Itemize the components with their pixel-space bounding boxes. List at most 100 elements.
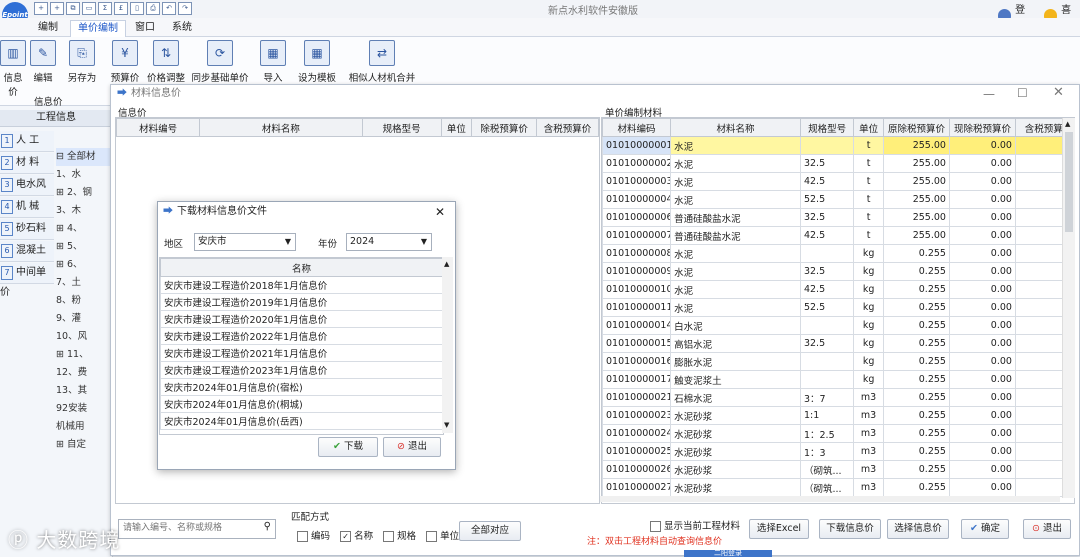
checkbox[interactable] (297, 531, 308, 542)
category-item[interactable]: 5 砂石料 (0, 219, 54, 240)
tree-item[interactable]: 1、水 (56, 166, 112, 184)
download-price-button[interactable]: 下载信息价 (819, 519, 881, 539)
table-row[interactable]: 01010000025水泥砂浆1：3m30.2550.000 (602, 442, 1074, 461)
category-item[interactable]: 6 混凝土 (0, 241, 54, 262)
tree-item[interactable]: 9、灌 (56, 310, 112, 328)
table-row[interactable]: 01010000014白水泥kg0.2550.000 (602, 316, 1074, 335)
tree-item[interactable]: 92安装 (56, 400, 112, 418)
table-row[interactable]: 01010000011水泥52.5kg0.2550.000 (602, 298, 1074, 317)
save-as-button[interactable]: ⎘ 另存为 (62, 40, 102, 84)
copy-icon[interactable]: ⧉ (66, 2, 80, 15)
tree-item[interactable]: ⊞ 4、 (56, 220, 112, 238)
column-header[interactable]: 规格型号 (799, 118, 855, 137)
price-adjust-button[interactable]: ⇅ 价格调整 (144, 40, 188, 84)
column-header[interactable]: 现除税预算价 (948, 118, 1016, 137)
table-row[interactable]: 01010000021石棉水泥3：7m30.2550.000 (602, 388, 1074, 407)
tree-item[interactable]: ⊞ 11、 (56, 346, 112, 364)
category-item[interactable]: 3 电水风 (0, 175, 54, 196)
budget-button[interactable]: ¥ 预算价 (108, 40, 142, 84)
minimize-icon[interactable]: — (983, 85, 995, 103)
table-row[interactable]: 01010000002水泥32.5t255.000.000 (602, 154, 1074, 173)
redo-icon[interactable]: ↷ (178, 2, 192, 15)
tree-item[interactable]: 12、费 (56, 364, 112, 382)
match-option[interactable]: 单位 (426, 528, 459, 542)
choose-price-button[interactable]: 选择信息价 (887, 519, 949, 539)
scroll-up-icon[interactable]: ▲ (444, 260, 449, 268)
tab-unit-price[interactable]: 单价编制 (70, 20, 126, 37)
table-row[interactable]: 01010000016膨胀水泥kg0.2550.000 (602, 352, 1074, 371)
horizontal-scrollbar[interactable] (600, 496, 1060, 502)
new-icon[interactable]: + (34, 2, 48, 15)
import-button[interactable]: ▦ 导入 (258, 40, 288, 84)
table-row[interactable]: 01010000024水泥砂浆1：2.5m30.2550.000 (602, 424, 1074, 443)
list-item[interactable]: 安庆市建设工程造价2018年1月信息价 (160, 276, 443, 294)
maximize-icon[interactable]: ☐ (1017, 84, 1028, 102)
tree-item[interactable]: ⊞ 自定 (56, 436, 112, 454)
tree-item[interactable]: 10、风 (56, 328, 112, 346)
scroll-up-icon[interactable]: ▲ (1065, 120, 1070, 128)
undo-icon[interactable]: ↶ (162, 2, 176, 15)
tab-window[interactable]: 窗口 (135, 20, 155, 36)
table-row[interactable]: 01010000023水泥砂浆1:1m30.2550.000 (602, 406, 1074, 425)
column-header[interactable]: 材料编号 (115, 118, 201, 137)
table-row[interactable]: 01010000017触变泥浆土kg0.2550.000 (602, 370, 1074, 389)
tree-item[interactable]: ⊞ 6、 (56, 256, 112, 274)
window-icon[interactable]: ▭ (82, 2, 96, 15)
match-option[interactable]: 规格 (383, 528, 416, 542)
table-row[interactable]: 01010000008水泥kg0.2550.000 (602, 244, 1074, 263)
category-item[interactable]: 1人 工 (0, 131, 54, 152)
list-item[interactable]: 安庆市2024年01月信息价(宿松) (160, 378, 443, 396)
download-close-icon[interactable]: ✕ (435, 202, 445, 222)
list-item[interactable]: 安庆市建设工程造价2019年1月信息价 (160, 293, 443, 311)
region-select[interactable]: 安庆市 ▼ (194, 233, 296, 251)
column-header[interactable]: 规格型号 (361, 118, 442, 137)
match-all-button[interactable]: 全部对应 (459, 521, 521, 541)
column-header[interactable]: 原除税预算价 (882, 118, 950, 137)
tree-item[interactable]: 7、土 (56, 274, 112, 292)
column-header[interactable]: 除税预算价 (471, 118, 538, 137)
list-item[interactable]: 安庆市2024年01月信息价(桐城) (160, 395, 443, 413)
match-option[interactable]: ✓ 名称 (340, 528, 373, 542)
tree-item[interactable]: ⊟ 全部材 (56, 148, 112, 166)
table-row[interactable]: 01010000027水泥砂浆（砌筑...m30.2550.000 (602, 478, 1074, 497)
edit-button[interactable]: ✎ 编辑 (28, 40, 58, 84)
ok-button[interactable]: ✔ 确定 (961, 519, 1009, 539)
category-item[interactable]: 7 中间单价 (0, 263, 54, 298)
bottom-tab[interactable]: 二阳登录 (684, 550, 772, 557)
column-header[interactable]: 单位 (853, 118, 884, 137)
checkbox[interactable] (426, 531, 438, 542)
column-header[interactable]: 材料名称 (199, 118, 363, 137)
download-exit-button[interactable]: ⊘ 退出 (383, 437, 441, 457)
checkbox[interactable] (383, 531, 395, 542)
column-header[interactable]: 材料名称 (670, 118, 801, 137)
category-item[interactable]: 4机 械 (0, 197, 54, 218)
checkbox[interactable]: ✓ (340, 531, 352, 542)
close-icon[interactable]: ✕ (1053, 84, 1064, 102)
search-input[interactable] (119, 520, 257, 536)
list-item[interactable]: 安庆市建设工程造价2022年1月信息价 (160, 327, 443, 345)
list-item[interactable]: 安庆市建设工程造价2021年1月信息价 (160, 344, 443, 362)
table-row[interactable]: 01010000006普通硅酸盐水泥32.5t255.000.000 (602, 208, 1074, 227)
sync-button[interactable]: ⟳ 同步基础单价 (188, 40, 252, 84)
search-box[interactable]: ⚲ (118, 519, 276, 539)
table-row[interactable]: 01010000004水泥52.5t255.000.000 (602, 190, 1074, 209)
year-select[interactable]: 2024 ▼ (346, 233, 432, 251)
match-option[interactable]: 编码 (297, 528, 330, 542)
table-row[interactable]: 01010000007普通硅酸盐水泥42.5t255.000.000 (602, 226, 1074, 245)
scroll-thumb[interactable] (1065, 132, 1073, 232)
list-item[interactable]: 安庆市建设工程造价2020年1月信息价 (160, 310, 443, 328)
tab-edit[interactable]: 编制 (38, 20, 58, 36)
chart-button[interactable]: ▥ 信息价 (0, 40, 26, 98)
tab-system[interactable]: 系统 (172, 20, 192, 36)
list-item[interactable]: 安庆市建设工程造价2023年1月信息价 (160, 361, 443, 379)
tree-item[interactable]: 机械用 (56, 418, 112, 436)
table-row[interactable]: 01010000026水泥砂浆（砌筑...m30.2550.000 (602, 460, 1074, 479)
tree-item[interactable]: 8、粉 (56, 292, 112, 310)
table-row[interactable]: 01010000010水泥42.5kg0.2550.000 (602, 280, 1074, 299)
doc-icon[interactable]: ▯ (130, 2, 144, 15)
template-button[interactable]: ▦ 设为模板 (292, 40, 342, 84)
scroll-down-icon[interactable]: ▼ (444, 421, 449, 429)
vertical-scrollbar[interactable]: ▲ (1062, 118, 1075, 498)
exit-button[interactable]: ⊙ 退出 (1023, 519, 1071, 539)
search-icon[interactable]: ⚲ (264, 521, 271, 532)
